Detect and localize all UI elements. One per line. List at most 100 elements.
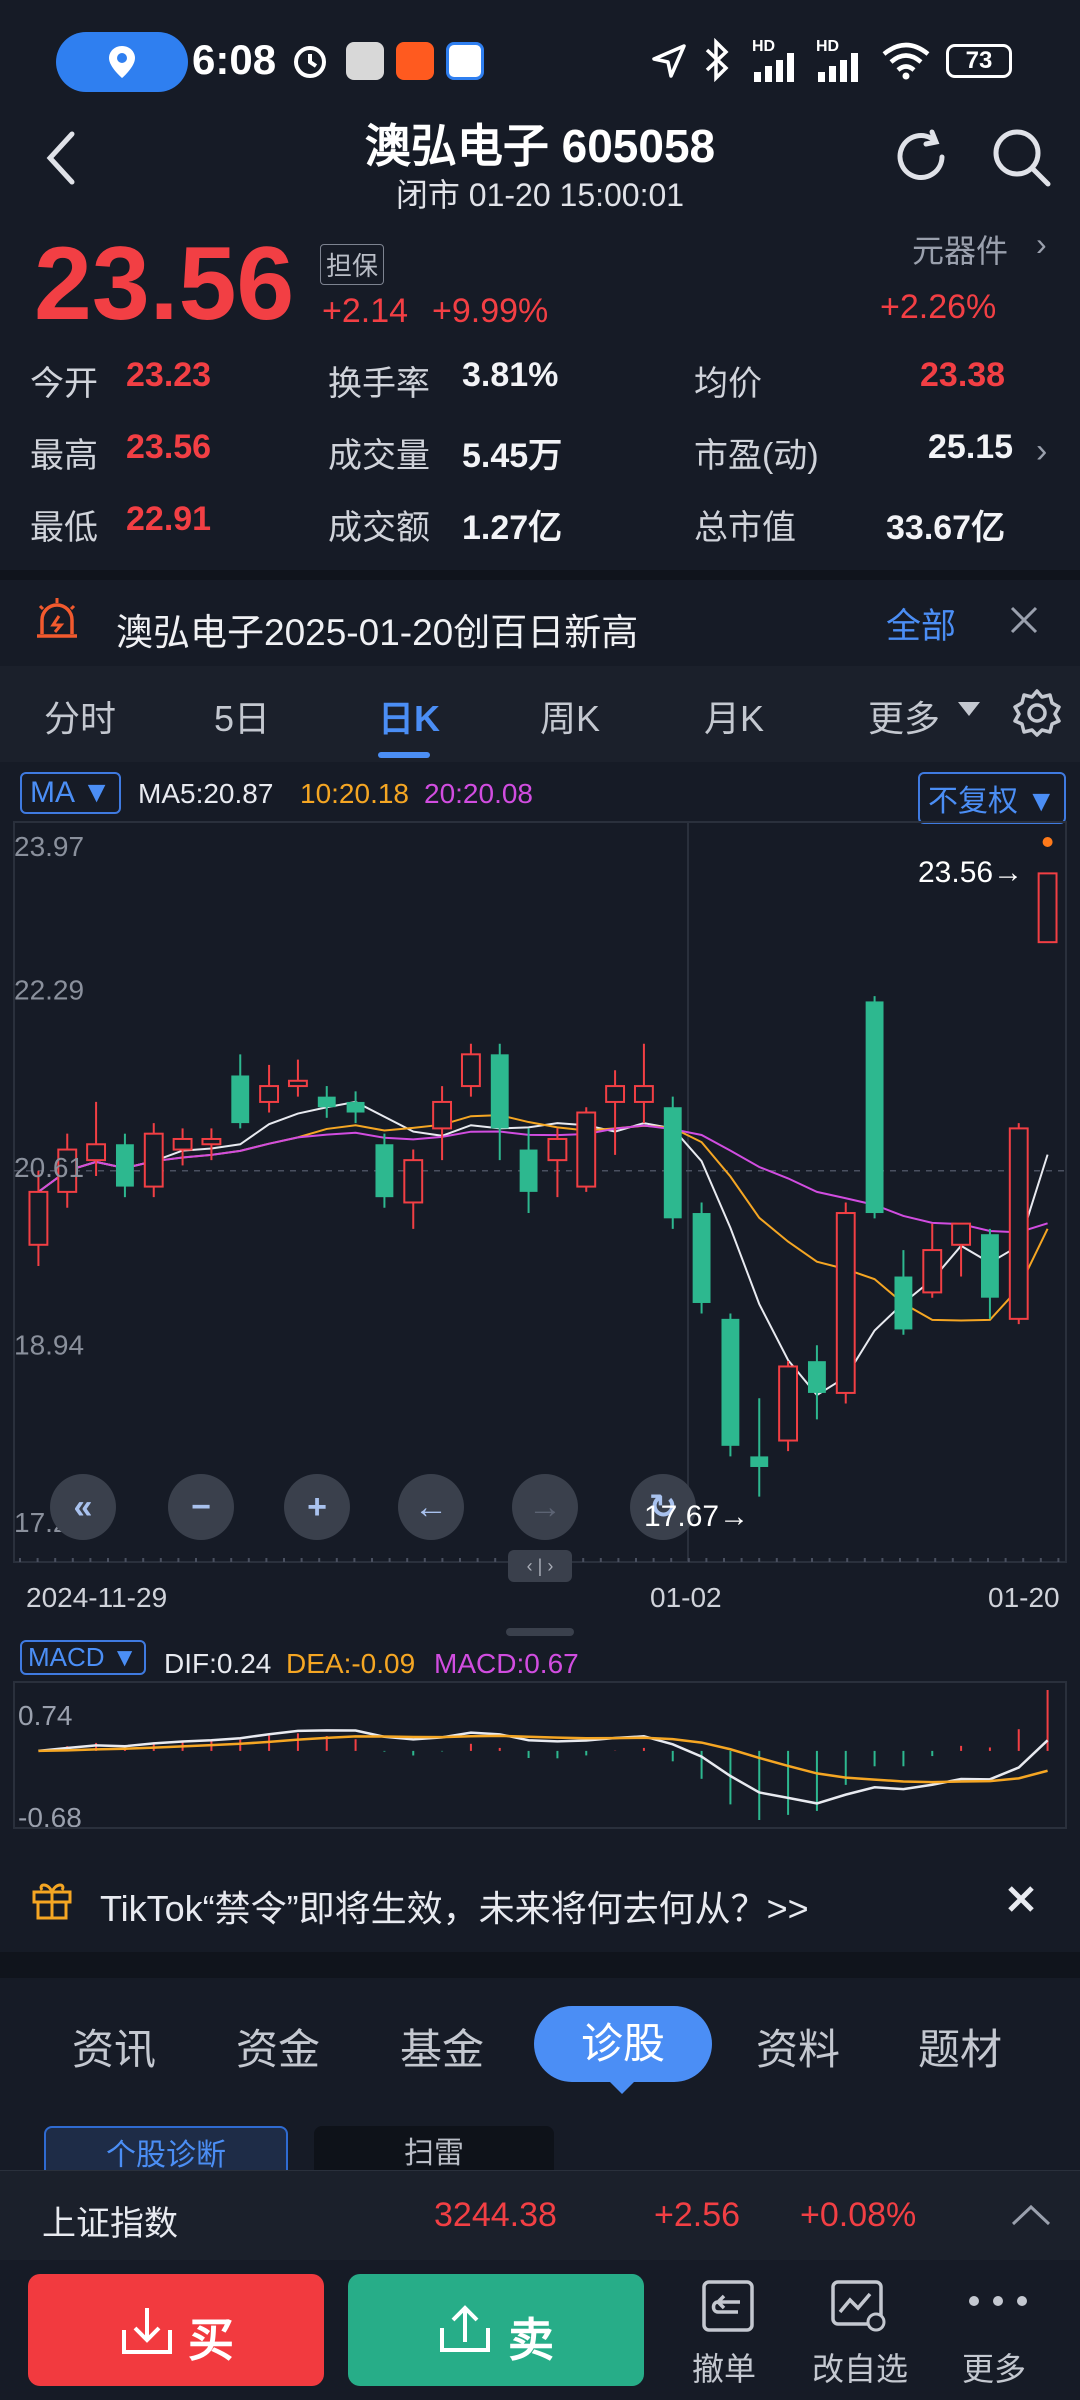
candle-body bbox=[778, 1365, 799, 1442]
macd-select[interactable]: MACD ▼ bbox=[20, 1640, 146, 1675]
subtab-stock-diagnosis[interactable]: 个股诊断 bbox=[44, 2126, 288, 2172]
subtab-risk-scan[interactable]: 扫雷 bbox=[314, 2126, 554, 2170]
tab-daily-k[interactable]: 日K bbox=[378, 690, 440, 742]
candle-body bbox=[922, 1249, 943, 1294]
candle-body bbox=[375, 1144, 394, 1198]
macd-indicator-label: MACD bbox=[28, 1642, 105, 1672]
macd-chart[interactable] bbox=[0, 1680, 1080, 1830]
scroll-start-button[interactable]: « bbox=[50, 1474, 116, 1540]
stat-value: 25.15 bbox=[928, 428, 1014, 466]
candle-body bbox=[172, 1137, 193, 1151]
buy-label: 买 bbox=[188, 2314, 234, 2366]
chevron-up-icon[interactable] bbox=[1010, 2202, 1052, 2228]
index-value: 3244.38 bbox=[434, 2196, 557, 2234]
active-tab-pointer bbox=[608, 2080, 636, 2094]
adjust-label: 不复权 bbox=[928, 785, 1018, 818]
candle-body bbox=[750, 1456, 769, 1467]
zoom-in-button[interactable]: + bbox=[284, 1474, 350, 1540]
candle-body bbox=[1008, 1127, 1029, 1320]
stat-label: 成交量 bbox=[328, 437, 430, 475]
sell-button[interactable]: 卖 bbox=[348, 2274, 644, 2386]
close-icon[interactable] bbox=[1008, 604, 1040, 636]
y-axis-label: 23.97 bbox=[14, 831, 84, 862]
candle-body bbox=[980, 1234, 999, 1298]
candle-body bbox=[692, 1213, 711, 1303]
chevron-right-icon[interactable]: › bbox=[1036, 226, 1047, 263]
time-scroll-handle[interactable]: ‹ | › bbox=[508, 1550, 572, 1582]
stat-value: 23.38 bbox=[920, 356, 1006, 394]
tab-capital[interactable]: 资金 bbox=[236, 2016, 320, 2077]
more-button[interactable]: 更多 bbox=[956, 2278, 1056, 2390]
divider bbox=[0, 1952, 1080, 1978]
gift-icon bbox=[32, 1883, 72, 1920]
tab-theme[interactable]: 题材 bbox=[918, 2016, 1002, 2077]
clock: 6:08 bbox=[192, 36, 277, 83]
alert-all-link[interactable]: 全部 bbox=[886, 598, 956, 649]
close-icon[interactable] bbox=[1006, 1884, 1036, 1914]
chevron-right-icon[interactable]: › bbox=[1036, 432, 1047, 471]
sector-name[interactable]: 元器件 bbox=[912, 226, 1008, 272]
navigation-icon bbox=[652, 44, 686, 78]
app-icon bbox=[446, 42, 484, 80]
zoom-out-button[interactable]: − bbox=[168, 1474, 234, 1540]
stat-label: 最高 bbox=[30, 437, 98, 475]
bluetooth-icon bbox=[705, 38, 729, 82]
stat-label: 总市值 bbox=[694, 509, 796, 547]
scroll-right-button[interactable]: → bbox=[512, 1474, 578, 1540]
edit-watchlist-label: 改自选 bbox=[812, 2351, 909, 2387]
stat-value: 23.56 bbox=[126, 428, 212, 466]
stat-label: 今开 bbox=[30, 365, 98, 403]
tab-profile[interactable]: 资料 bbox=[756, 2016, 840, 2077]
new-high-marker bbox=[1042, 837, 1053, 847]
candle-body bbox=[576, 1111, 597, 1188]
gear-icon[interactable] bbox=[1012, 688, 1062, 738]
candle-body bbox=[633, 1085, 654, 1103]
cancel-order-button[interactable]: 撤单 bbox=[680, 2278, 772, 2390]
index-change: +2.56 bbox=[654, 2196, 741, 2234]
candle-body bbox=[547, 1137, 568, 1162]
tab-monthly-k[interactable]: 月K bbox=[704, 690, 764, 742]
buy-button[interactable]: 买 bbox=[28, 2274, 324, 2386]
macd-value: MACD:0.67 bbox=[434, 1648, 579, 1679]
refresh-icon[interactable] bbox=[892, 128, 950, 186]
scroll-left-button[interactable]: ← bbox=[398, 1474, 464, 1540]
chart-frame bbox=[13, 821, 1067, 1563]
ma20-value: 20:20.08 bbox=[424, 778, 533, 809]
candle-body bbox=[519, 1149, 538, 1192]
tab-fund[interactable]: 基金 bbox=[400, 2016, 484, 2077]
last-price: 23.56 bbox=[34, 226, 295, 342]
stat-value: 33.67亿 bbox=[886, 509, 1006, 547]
app-icon bbox=[396, 42, 434, 80]
candle-body bbox=[143, 1132, 164, 1188]
download-arrow-icon bbox=[122, 2308, 172, 2354]
candle-body bbox=[460, 1053, 481, 1088]
signal-icon bbox=[754, 53, 794, 82]
tab-diagnosis[interactable]: 诊股 bbox=[534, 2006, 712, 2082]
tab-timeshare[interactable]: 分时 bbox=[44, 690, 116, 742]
tab-weekly-k[interactable]: 周K bbox=[540, 690, 600, 742]
status-bar: 6:08 HD HD 73 bbox=[0, 0, 1080, 120]
news-text[interactable]: TikTok“禁令”即将生效，未来将何去何从？>> bbox=[100, 1880, 809, 1932]
candle-body bbox=[865, 1001, 884, 1214]
search-icon[interactable] bbox=[990, 126, 1052, 188]
location-pill[interactable] bbox=[56, 32, 188, 92]
edit-watchlist-button[interactable]: 改自选 bbox=[800, 2278, 930, 2390]
tab-5day[interactable]: 5日 bbox=[214, 690, 270, 742]
ma10-value: 10:20.18 bbox=[300, 778, 409, 809]
caret-down-icon bbox=[958, 702, 980, 716]
tab-more[interactable]: 更多 bbox=[868, 690, 940, 742]
candle-body bbox=[86, 1143, 107, 1162]
candle-body bbox=[346, 1101, 365, 1113]
stat-label: 最低 bbox=[30, 509, 98, 547]
adjust-select[interactable]: 不复权 ▼ bbox=[918, 772, 1067, 824]
candle-body bbox=[115, 1144, 134, 1187]
tab-news[interactable]: 资讯 bbox=[72, 2016, 156, 2077]
candle-body bbox=[231, 1075, 250, 1124]
stat-value: 3.81% bbox=[462, 356, 559, 394]
dea-value: DEA:-0.09 bbox=[286, 1648, 416, 1679]
panel-drag-handle[interactable] bbox=[506, 1628, 574, 1636]
wifi-icon bbox=[882, 42, 930, 80]
alert-text[interactable]: 澳弘电子2025-01-20创百日新高 bbox=[116, 602, 638, 656]
indicator-select[interactable]: MA ▼ bbox=[20, 772, 122, 814]
signal-icon bbox=[818, 53, 858, 82]
